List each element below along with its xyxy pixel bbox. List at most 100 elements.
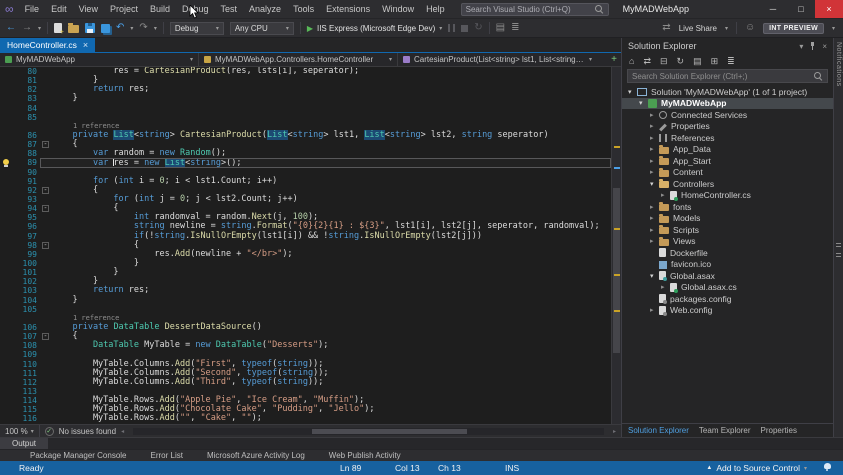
code-line[interactable]: 85 [0, 113, 611, 122]
tree-item-global-asax[interactable]: ▾Global.asax [622, 270, 833, 282]
close-tab-icon[interactable]: × [83, 40, 88, 50]
code-line[interactable]: 108 DataTable MyTable = new DataTable("D… [0, 341, 611, 350]
breadcrumb-method-dropdown[interactable]: CartesianProduct(List<string> lst1, List… [398, 53, 597, 66]
tree-item-homecontroller-cs[interactable]: ▸HomeController.cs [622, 190, 833, 202]
quick-launch-search[interactable]: Search Visual Studio (Ctrl+Q) [461, 3, 609, 16]
tab-team-explorer[interactable]: Team Explorer [699, 426, 751, 435]
fold-marker[interactable]: - [40, 204, 52, 213]
solution-search-box[interactable]: Search Solution Explorer (Ctrl+;) [627, 69, 828, 83]
expander-icon[interactable]: ▸ [650, 214, 659, 222]
menu-help[interactable]: Help [420, 4, 451, 14]
code-line[interactable]: 103 return res; [0, 286, 611, 295]
tree-item-app-start[interactable]: ▸App_Start [622, 155, 833, 167]
expander-icon[interactable]: ▸ [650, 111, 659, 119]
breadcrumb-class-dropdown[interactable]: MyMADWebApp.Controllers.HomeController ▾ [199, 53, 398, 66]
navigate-forward-icon[interactable]: → [22, 23, 32, 33]
tree-item-properties[interactable]: ▸Properties [622, 121, 833, 133]
minimize-button[interactable]: ─ [759, 0, 787, 18]
tree-item-scripts[interactable]: ▸Scripts [622, 224, 833, 236]
undo-dropdown-icon[interactable]: ▾ [130, 25, 133, 32]
solution-configuration-dropdown[interactable]: Debug ▾ [170, 22, 224, 35]
tree-item-mymadwebapp[interactable]: ▾MyMADWebApp [622, 98, 833, 110]
expander-icon[interactable]: ▾ [650, 180, 659, 188]
expander-icon[interactable]: ▸ [661, 191, 670, 199]
scrollbar-thumb[interactable] [312, 429, 467, 434]
tab-microsoft-azure-activity-log[interactable]: Microsoft Azure Activity Log [207, 451, 305, 460]
expander-icon[interactable]: ▸ [650, 168, 659, 176]
expander-icon[interactable]: ▸ [650, 134, 659, 142]
code-line[interactable]: 112 MyTable.Columns.Add("Third", typeof(… [0, 378, 611, 387]
expander-icon[interactable]: ▸ [650, 203, 659, 211]
menu-view[interactable]: View [73, 4, 104, 14]
code-line[interactable]: 106 private DataTable DessertDataSource(… [0, 323, 611, 332]
int-preview-badge[interactable]: INT PREVIEW [763, 23, 824, 34]
menu-tools[interactable]: Tools [287, 4, 320, 14]
fold-marker[interactable]: - [40, 186, 52, 195]
expander-icon[interactable]: ▸ [650, 226, 659, 234]
code-line[interactable]: 88 var random = new Random(); [0, 149, 611, 158]
redo-icon[interactable]: ↷ [139, 23, 147, 33]
new-file-icon[interactable] [54, 23, 62, 33]
expander-icon[interactable]: ▸ [650, 157, 659, 165]
expander-icon[interactable]: ▸ [650, 237, 659, 245]
notifications-tab[interactable]: Notifications [835, 42, 842, 87]
tree-item-app-data[interactable]: ▸App_Data [622, 144, 833, 156]
menu-build[interactable]: Build [144, 4, 176, 14]
expander-icon[interactable]: ▸ [661, 283, 670, 291]
tree-item-solution-mymadwebapp-1-of-1-project[interactable]: ▾Solution 'MyMADWebApp' (1 of 1 project) [622, 86, 833, 98]
live-share-dropdown-icon[interactable]: ▾ [725, 25, 728, 32]
live-share-label[interactable]: Live Share [679, 24, 717, 33]
tree-item-models[interactable]: ▸Models [622, 213, 833, 225]
tab-package-manager-console[interactable]: Package Manager Console [30, 451, 127, 460]
expander-icon[interactable]: ▾ [650, 272, 659, 280]
close-button[interactable]: × [815, 0, 843, 18]
find-in-files-icon[interactable]: ▤ [496, 23, 505, 33]
tree-item-packages-config[interactable]: packages.config [622, 293, 833, 305]
code-line[interactable]: 82 return res; [0, 85, 611, 94]
tab-error-list[interactable]: Error List [151, 451, 183, 460]
tab-homecontroller-cs[interactable]: HomeController.cs × [0, 38, 95, 52]
tab-solution-explorer[interactable]: Solution Explorer [628, 426, 689, 435]
breadcrumb-project-dropdown[interactable]: MyMADWebApp ▾ [0, 53, 199, 66]
add-icon[interactable]: + [607, 54, 621, 65]
fold-marker[interactable]: - [40, 332, 52, 341]
menu-project[interactable]: Project [104, 4, 144, 14]
home-icon[interactable]: ⌂ [629, 57, 634, 66]
sync-with-active-document-icon[interactable]: ⇄ [643, 57, 651, 66]
open-file-icon[interactable] [68, 25, 79, 33]
tab-web-publish-activity[interactable]: Web Publish Activity [329, 451, 401, 460]
tree-item-views[interactable]: ▸Views [622, 236, 833, 248]
refresh-icon[interactable]: ↻ [677, 57, 685, 66]
redo-dropdown-icon[interactable]: ▾ [154, 25, 157, 32]
code-line[interactable]: 86 private List<string> CartesianProduct… [0, 131, 611, 140]
tree-item-fonts[interactable]: ▸fonts [622, 201, 833, 213]
start-debugging-button[interactable]: ▶ IIS Express (Microsoft Edge Dev) ▾ [307, 24, 442, 33]
close-panel-icon[interactable]: × [822, 42, 827, 51]
menu-extensions[interactable]: Extensions [320, 4, 376, 14]
code-editor[interactable]: 80 res = CartesianProduct(res, lsts[i], … [0, 67, 621, 424]
code-line[interactable]: 116 MyTable.Rows.Add("", "Cake", ""); [0, 414, 611, 423]
expander-icon[interactable]: ▸ [650, 122, 659, 130]
tab-output[interactable]: Output [0, 438, 48, 449]
menu-test[interactable]: Test [215, 4, 244, 14]
menu-analyze[interactable]: Analyze [243, 4, 287, 14]
code-line[interactable]: 104 } [0, 296, 611, 305]
toolbar-overflow-icon[interactable]: ▾ [832, 25, 835, 32]
lightbulb-icon[interactable] [3, 159, 9, 165]
window-position-icon[interactable]: ▾ [799, 42, 803, 51]
tree-item-controllers[interactable]: ▾Controllers [622, 178, 833, 190]
maximize-button[interactable]: □ [787, 0, 815, 18]
tree-item-favicon-ico[interactable]: favicon.ico [622, 259, 833, 271]
expander-icon[interactable]: ▸ [650, 306, 659, 314]
tree-item-global-asax-cs[interactable]: ▸Global.asax.cs [622, 282, 833, 294]
code-line[interactable]: 83 } [0, 94, 611, 103]
expander-icon[interactable]: ▸ [650, 145, 659, 153]
tree-item-dockerfile[interactable]: Dockerfile [622, 247, 833, 259]
expander-icon[interactable]: ▾ [639, 99, 648, 107]
properties-icon[interactable]: ⊞ [711, 57, 719, 66]
code-line[interactable]: 89 var res = new List<string>(); [0, 158, 611, 167]
menu-window[interactable]: Window [376, 4, 420, 14]
add-to-source-control-button[interactable]: ▲ Add to Source Control ▾ [706, 463, 807, 473]
health-check-icon[interactable]: ✓ [45, 427, 54, 436]
expander-icon[interactable]: ▾ [628, 88, 637, 96]
